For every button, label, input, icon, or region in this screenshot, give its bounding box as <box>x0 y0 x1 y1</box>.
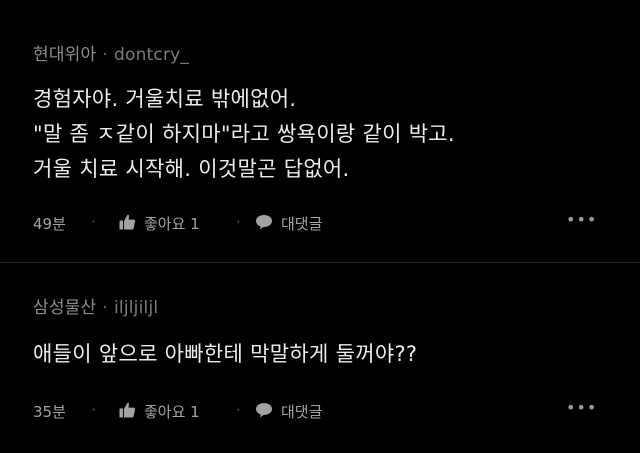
comment-time: 35분 <box>33 403 66 421</box>
meta-separator: · <box>102 45 108 65</box>
reply-label: 대댓글 <box>281 403 323 421</box>
action-separator: · <box>91 401 96 419</box>
comment-line: 애들이 앞으로 아빠한테 막말하게 둘꺼야?? <box>33 342 418 366</box>
action-separator: · <box>236 213 241 231</box>
author-name[interactable]: 현대위아 <box>33 45 96 65</box>
comment-header: 현대위아 · dontcry_ <box>33 40 189 65</box>
thumbs-up-icon <box>119 214 136 234</box>
comment-header: 삼성물산 · iljljiljl <box>33 293 158 318</box>
like-button[interactable]: 좋아요 1 <box>119 213 200 234</box>
more-dots-icon[interactable]: ••• <box>566 398 597 417</box>
like-button[interactable]: 좋아요 1 <box>119 401 200 422</box>
comment-body: 경험자야. 거울치료 밖에없어. "말 좀 ㅈ같이 하지마"라고 쌍욕이랑 같이… <box>33 82 455 187</box>
speech-bubble-icon <box>255 402 273 422</box>
like-label: 좋아요 1 <box>144 403 200 421</box>
thumbs-up-icon <box>119 402 136 422</box>
comment-2: 삼성물산 · iljljiljl 애들이 앞으로 아빠한테 막말하게 둘꺼야?? 3… <box>0 263 640 453</box>
more-dots-icon[interactable]: ••• <box>566 210 597 229</box>
speech-bubble-icon <box>255 214 273 234</box>
action-separator: · <box>91 213 96 231</box>
author-nickname[interactable]: iljljiljl <box>114 298 158 318</box>
comment-body: 애들이 앞으로 아빠한테 막말하게 둘꺼야?? <box>33 337 417 372</box>
comment-line: 경험자야. 거울치료 밖에없어. <box>33 87 297 111</box>
comment-line: 거울 치료 시작해. 이것말곤 답없어. <box>33 157 350 181</box>
reply-button[interactable]: 대댓글 <box>255 213 322 234</box>
comment-time: 49분 <box>33 215 66 233</box>
like-label: 좋아요 1 <box>144 215 200 233</box>
author-name[interactable]: 삼성물산 <box>33 298 96 318</box>
author-nickname[interactable]: dontcry_ <box>114 45 189 65</box>
reply-button[interactable]: 대댓글 <box>255 401 322 422</box>
action-separator: · <box>236 401 241 419</box>
comment-line: "말 좀 ㅈ같이 하지마"라고 쌍욕이랑 같이 박고. <box>33 122 455 146</box>
meta-separator: · <box>102 298 108 318</box>
reply-label: 대댓글 <box>281 215 323 233</box>
comment-1: 현대위아 · dontcry_ 경험자야. 거울치료 밖에없어. "말 좀 ㅈ같이 … <box>0 0 640 262</box>
